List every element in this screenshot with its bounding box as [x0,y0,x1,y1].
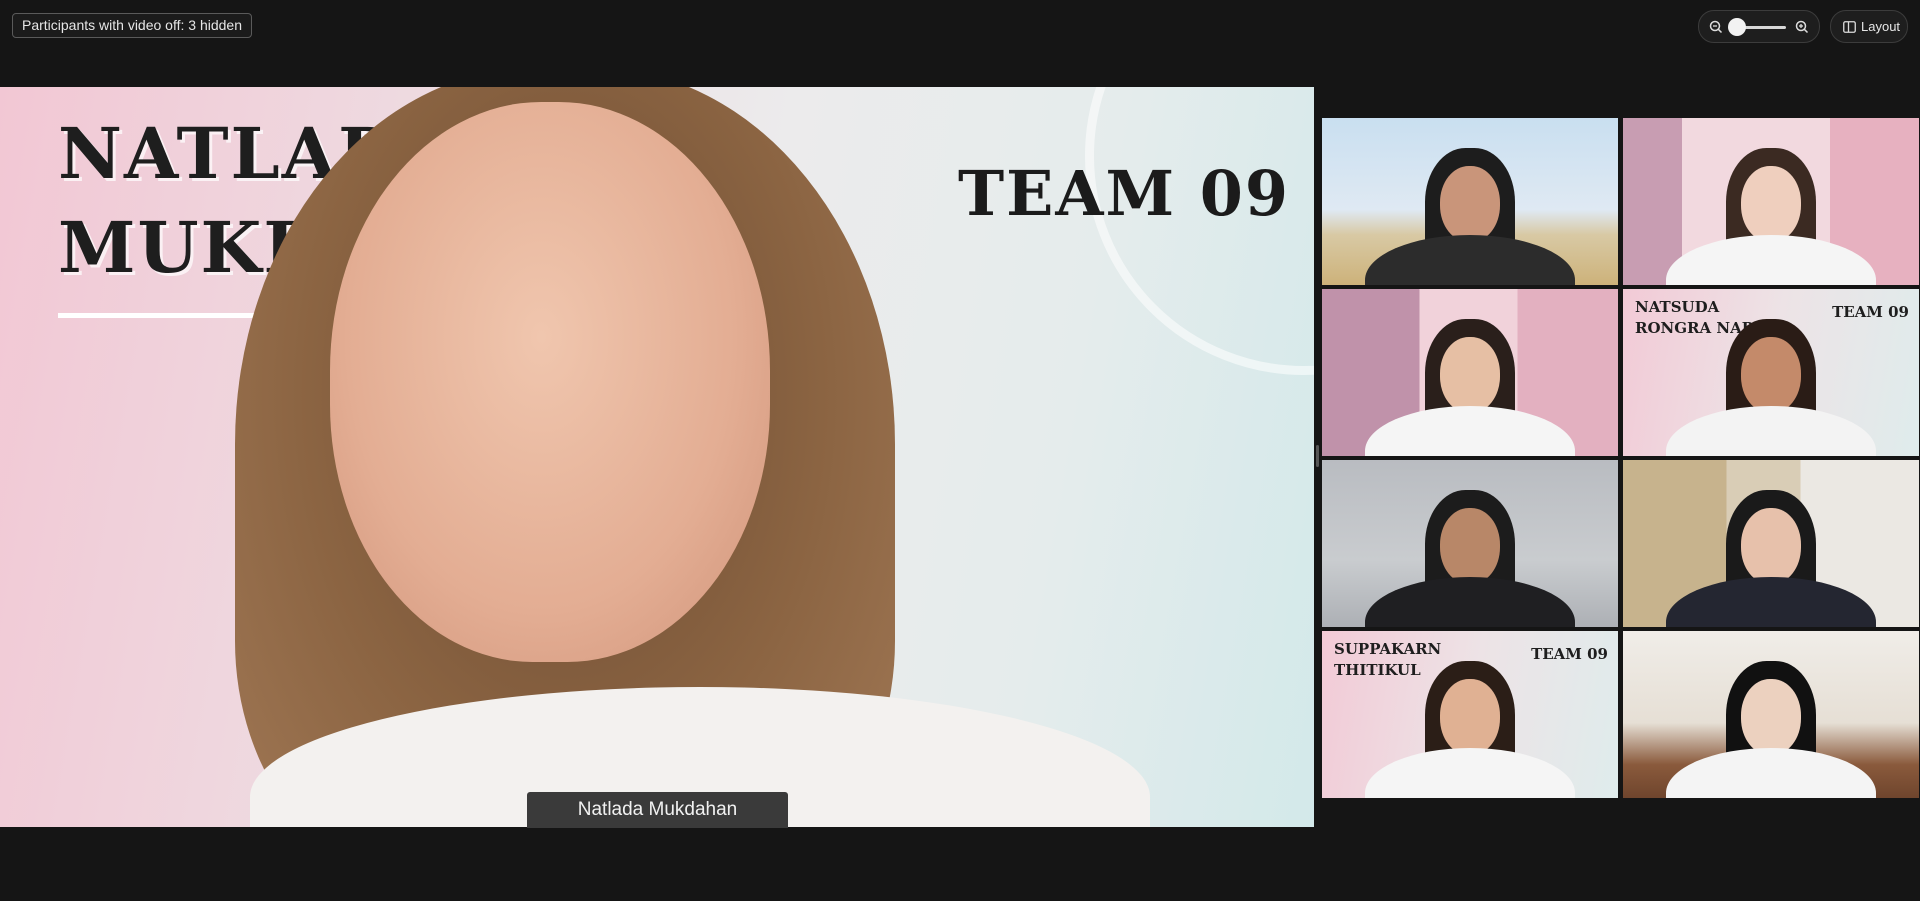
participant-tile[interactable]: SUPPAKARN THITIKUL TEAM 09 [1322,631,1618,798]
participant-tile[interactable] [1322,289,1618,456]
zoom-control [1698,10,1820,43]
zoom-out-icon[interactable] [1708,19,1724,35]
main-speaker-video[interactable]: NATLAD MUKDA TEAM 09 [0,87,1314,827]
layout-button[interactable]: Layout [1830,10,1908,43]
layout-label: Layout [1861,19,1901,34]
participant-face [1741,679,1801,755]
participant-body [1666,577,1876,627]
participant-body [1666,748,1876,798]
participant-tile[interactable] [1623,118,1919,285]
participant-body [1666,406,1876,456]
participant-tile[interactable] [1322,118,1618,285]
zoom-in-icon[interactable] [1794,19,1810,35]
participant-body [1666,235,1876,285]
participant-body [1365,235,1575,285]
speaker-face [330,102,770,662]
tile-slide-team: TEAM 09 [1531,645,1608,663]
participant-body [1365,577,1575,627]
slide-team-label: TEAM 09 [958,157,1290,230]
hidden-participants-indicator[interactable]: Participants with video off: 3 hidden [12,13,252,38]
participant-body [1365,406,1575,456]
participant-tile[interactable] [1623,460,1919,627]
tile-slide-name-line2: THITIKUL [1334,661,1421,679]
participant-face [1741,337,1801,413]
participant-face [1440,508,1500,584]
participant-face [1741,166,1801,242]
participant-face [1741,508,1801,584]
tile-slide-name: SUPPAKARN THITIKUL [1334,639,1441,681]
tile-slide-name-line1: NATSUDA [1635,298,1720,316]
participant-tile[interactable] [1623,631,1919,798]
speaker-name-tag: Natlada Mukdahan [527,792,788,828]
tile-slide-name-line1: SUPPAKARN [1334,640,1442,658]
slide-decoration-ring [1085,87,1314,375]
participant-tile[interactable] [1322,460,1618,627]
zoom-slider-thumb[interactable] [1728,18,1746,36]
tile-slide-team: TEAM 09 [1832,303,1909,321]
stage-resize-handle[interactable] [1316,445,1319,467]
participant-body [1365,748,1575,798]
participant-face [1440,337,1500,413]
participant-tile[interactable]: NATSUDA RONGRA NAPAN TEAM 09 [1623,289,1919,456]
participant-gallery: NATSUDA RONGRA NAPAN TEAM 09 SUPPAKARN T… [1322,118,1919,798]
participant-face [1440,166,1500,242]
layout-icon [1843,21,1856,33]
participant-face [1440,679,1500,755]
